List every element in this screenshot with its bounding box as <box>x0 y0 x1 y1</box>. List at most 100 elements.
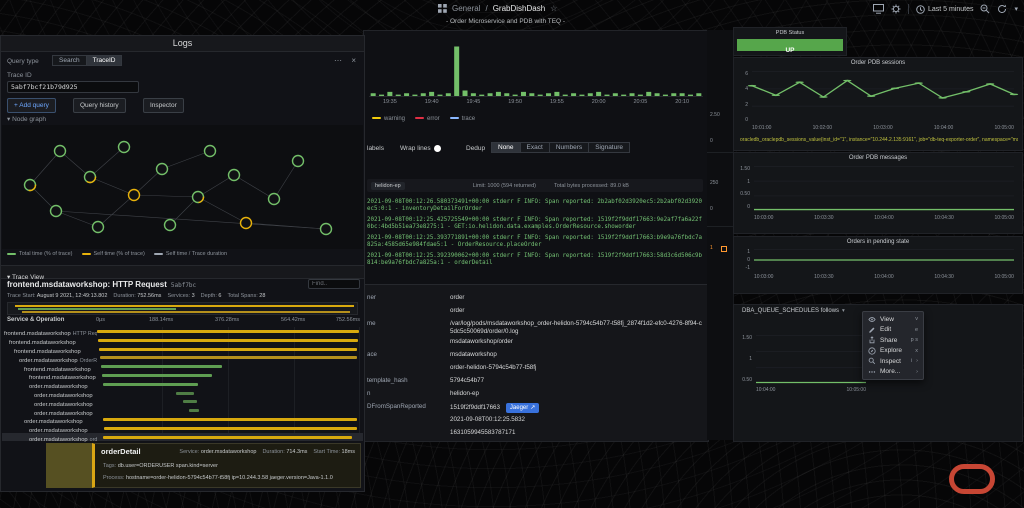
trace-find-input[interactable] <box>308 279 360 289</box>
log-line[interactable]: 2021-09-08T00:12:25.392390062+00:00 stde… <box>367 253 705 267</box>
trace-span-row[interactable]: order.msdataworkshoporderDetail <box>2 433 363 442</box>
y-tick: 1 <box>738 356 752 362</box>
field-key: ace <box>364 351 450 362</box>
dedup-option[interactable]: Numbers <box>549 142 589 153</box>
panel-title-row[interactable]: DBA_QUEUE_SCHEDULES follows ▾ <box>742 308 845 314</box>
node-graph-canvas[interactable] <box>2 125 363 249</box>
orders-pending-panel: Orders in pending state 10-1 10:03:0010:… <box>733 236 1023 294</box>
menu-item-more[interactable]: More...› <box>863 367 923 378</box>
query-type-tab[interactable]: Search <box>52 55 87 66</box>
add-query-button[interactable]: + Add query <box>7 98 56 113</box>
pending-chart[interactable] <box>754 249 1014 271</box>
y-tick: 2 <box>736 102 748 108</box>
span-track <box>97 389 359 398</box>
y-tick: 0 <box>736 117 748 123</box>
field-value: msdataworkshop/order <box>450 338 708 349</box>
span-duration-bar[interactable] <box>100 356 357 359</box>
y-axis-ticks: 1.5010.500 <box>736 166 750 210</box>
refresh-caret-icon[interactable]: ▾ <box>1014 5 1018 13</box>
menu-item-view[interactable]: Viewv <box>863 314 923 325</box>
log-volume-histogram[interactable] <box>369 41 703 97</box>
span-duration-bar[interactable] <box>104 427 357 430</box>
trace-view-section-header[interactable]: ▾ Trace View <box>1 265 364 279</box>
menu-item-share[interactable]: Sharep s <box>863 335 923 346</box>
refresh-icon[interactable] <box>997 4 1007 14</box>
oracle-logo <box>949 464 995 494</box>
breadcrumb-dashboard[interactable]: GrabDishDash <box>493 4 545 13</box>
log-line[interactable]: 2021-09-08T00:12:25.393771891+00:00 stde… <box>367 235 705 249</box>
field-value: helidon-ep <box>450 390 708 401</box>
gear-icon[interactable] <box>891 4 901 14</box>
panel-title[interactable]: PDB Status <box>734 30 846 36</box>
dedup-option[interactable]: Exact <box>520 142 550 153</box>
star-icon[interactable]: ☆ <box>550 4 557 13</box>
series-legend[interactable]: oracledb_oraclepdb_sessions_value{inst_i… <box>740 137 1018 143</box>
span-track <box>97 406 359 415</box>
legend-item[interactable]: warning <box>372 116 405 122</box>
span-duration-bar[interactable] <box>99 348 357 351</box>
dedup-option[interactable]: None <box>491 142 521 153</box>
dashboard-subtitle: - Order Microservice and PDB with TEQ - <box>446 18 565 25</box>
span-duration-bar[interactable] <box>103 436 352 439</box>
span-duration-bar[interactable] <box>97 330 359 333</box>
span-tags-row[interactable]: Tags: db.user=ORDERUSER span.kind=server <box>103 463 356 469</box>
x-axis-label: 19:40 <box>425 99 439 105</box>
histogram-legend: warning error trace <box>372 116 475 122</box>
cycle-view-icon[interactable] <box>873 4 884 14</box>
span-duration-bar[interactable] <box>101 365 222 368</box>
field-key: template_hash <box>364 377 450 388</box>
y-tick: 1.50 <box>738 335 752 341</box>
panel-title[interactable]: Order PDB sessions <box>734 60 1022 66</box>
strip-orange-swatch <box>721 246 727 252</box>
span-track <box>97 353 359 362</box>
field-value: 2021-09-08T00:12:25.5832 <box>450 416 708 427</box>
dedup-label: Dedup <box>466 145 485 152</box>
span-process-row[interactable]: Process: hostname=order-helidon-5794c54b… <box>103 475 356 481</box>
trace-minimap[interactable] <box>7 302 358 315</box>
external-link-icon: ↗ <box>530 404 535 412</box>
query-options-icon[interactable]: ⋯ <box>334 57 342 65</box>
span-duration-bar[interactable] <box>102 374 212 377</box>
time-range-picker[interactable]: Last 5 minutes <box>916 5 974 14</box>
apps-grid-icon[interactable] <box>438 4 447 13</box>
breadcrumb-folder[interactable]: General <box>452 4 480 13</box>
menu-item-inspect[interactable]: Inspecti› <box>863 356 923 367</box>
field-value: order <box>450 307 708 318</box>
inspector-button[interactable]: Inspector <box>143 98 184 113</box>
span-duration-bar[interactable] <box>189 409 199 412</box>
common-label-chip[interactable]: helidon-ep <box>371 182 405 190</box>
unique-labels-fragment[interactable]: labels <box>367 145 384 152</box>
x-tick: 10:05:00 <box>847 387 866 393</box>
menu-item-edit[interactable]: Edite <box>863 325 923 336</box>
messages-chart[interactable] <box>754 166 1014 210</box>
legend-item[interactable]: error <box>415 116 440 122</box>
span-duration-bar[interactable] <box>98 339 358 342</box>
span-duration-bar[interactable] <box>183 400 196 403</box>
span-duration-bar[interactable] <box>103 418 357 421</box>
logs-window-title[interactable]: Logs <box>1 36 364 52</box>
query-type-tab[interactable]: TraceID <box>86 55 123 66</box>
y-tick: 0 <box>736 204 750 210</box>
dba-chart[interactable] <box>756 335 866 383</box>
y-tick: 1 <box>736 249 750 255</box>
log-line[interactable]: 2021-09-08T00:12:25.425725549+00:00 stde… <box>367 217 705 231</box>
jaeger-button[interactable]: Jaeger↗ <box>506 403 539 413</box>
legend-swatch <box>372 117 381 119</box>
legend-item[interactable]: trace <box>450 116 475 122</box>
panel-title[interactable]: Order PDB messages <box>734 155 1022 161</box>
dedup-option[interactable]: Signature <box>588 142 630 153</box>
menu-item-explore[interactable]: Explorex <box>863 346 923 357</box>
remove-query-icon[interactable]: × <box>351 57 356 65</box>
query-history-button[interactable]: Query history <box>73 98 126 113</box>
sessions-chart[interactable] <box>752 71 1014 123</box>
panel-title[interactable]: Orders in pending state <box>734 239 1022 245</box>
span-duration-bar[interactable] <box>176 392 194 395</box>
trace-id-input[interactable] <box>7 81 139 93</box>
node-graph-section-header[interactable]: ▾ Node graph <box>7 115 46 123</box>
span-duration-bar[interactable] <box>103 383 197 386</box>
zoom-out-icon[interactable] <box>980 4 990 14</box>
log-line[interactable]: 2021-09-08T00:12:26.580373491+00:00 stde… <box>367 199 705 213</box>
histogram-x-axis: 19:3519:4019:4519:5019:5520:0020:0520:10 <box>369 99 703 105</box>
span-color-block <box>46 443 92 488</box>
trace-title: frontend.msdataworkshop: HTTP Request <box>7 280 167 289</box>
